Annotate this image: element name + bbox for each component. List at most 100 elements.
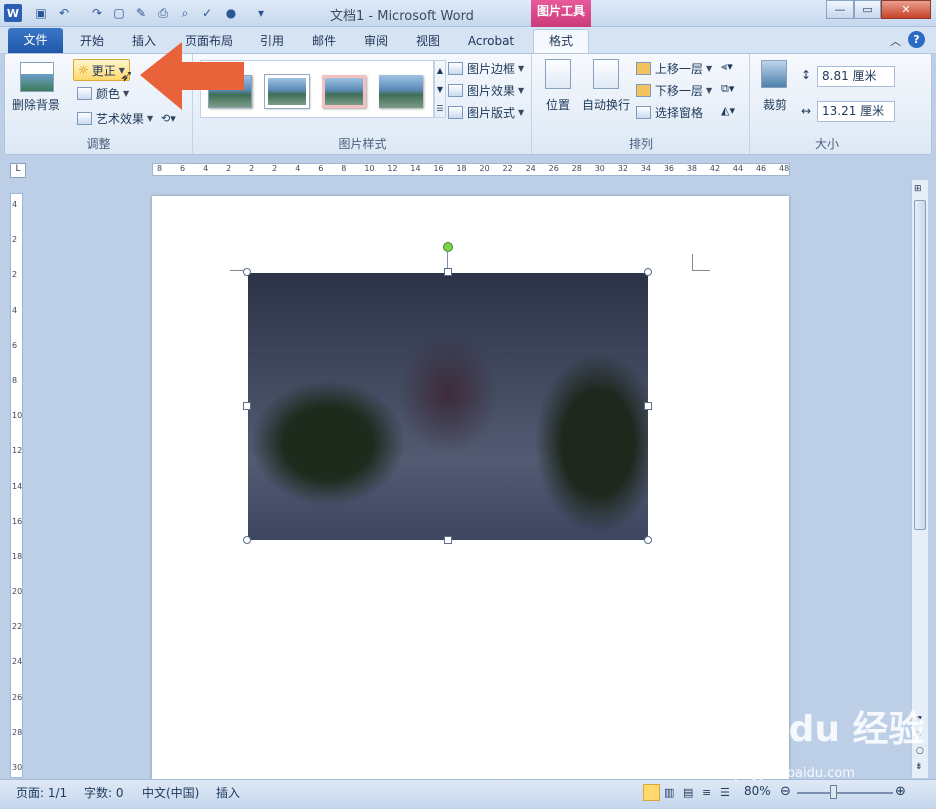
resize-handle-ne[interactable] xyxy=(644,268,652,276)
minimize-button[interactable]: — xyxy=(826,0,854,19)
wrap-text-icon[interactable] xyxy=(593,59,619,89)
scroll-thumb[interactable] xyxy=(914,200,926,530)
group-label-picture-styles: 图片样式 xyxy=(338,137,387,151)
resize-handle-n[interactable] xyxy=(444,268,452,276)
position-icon[interactable] xyxy=(545,59,571,89)
tab-format[interactable]: 格式 xyxy=(533,29,589,54)
height-field[interactable]: 8.81 厘米 xyxy=(817,66,895,87)
ruler-tick-label: 8 xyxy=(157,164,163,173)
picture-border-button[interactable]: 图片边框 ▼ xyxy=(448,60,524,77)
language[interactable]: 中文(中国) xyxy=(142,784,199,801)
ruler-tick-label: 24 xyxy=(525,164,536,173)
sun-icon: ☼ xyxy=(78,63,89,77)
resize-handle-w[interactable] xyxy=(243,402,251,410)
rotate-icon[interactable]: ◭▾ xyxy=(721,104,735,117)
zoom-out-icon[interactable]: ⊖ xyxy=(780,784,791,799)
tab-file[interactable]: 文件 xyxy=(8,28,63,53)
resize-handle-se[interactable] xyxy=(644,536,652,544)
ruler-toggle-icon[interactable]: ⊞ xyxy=(914,184,926,196)
selected-picture[interactable] xyxy=(248,273,648,540)
theme-icon[interactable]: ● xyxy=(222,4,240,22)
width-field[interactable]: 13.21 厘米 xyxy=(817,101,895,122)
align-icon[interactable]: ⫷▾ xyxy=(721,60,733,74)
undo-icon[interactable]: ↶ xyxy=(55,4,73,22)
word-logo-icon[interactable]: W xyxy=(4,4,22,22)
remove-background-button[interactable]: 删除背景 xyxy=(12,96,60,113)
resize-handle-sw[interactable] xyxy=(243,536,251,544)
remove-background-icon[interactable] xyxy=(20,62,54,92)
bring-forward-button[interactable]: 上移一层 ▼ xyxy=(636,60,712,77)
send-backward-button[interactable]: 下移一层 ▼ xyxy=(636,82,712,99)
gallery-scroll[interactable]: ▲ ▼ ☰ xyxy=(434,60,446,118)
chevron-down-icon: ▼ xyxy=(518,108,525,117)
crop-icon[interactable] xyxy=(761,60,787,88)
close-button[interactable]: ✕ xyxy=(881,0,931,19)
horizontal-ruler[interactable]: 8 6 4 2 2 2 4 6 8 10 12 14 16 18 20 22 24 26 28 30 32 34 36 38 4… xyxy=(152,163,790,176)
tab-references[interactable]: 引用 xyxy=(252,30,292,53)
group-picture-styles: ▲ ▼ ☰ 图片边框 ▼ 图片效果 ▼ 图片版式 ▼ 图片样式 xyxy=(194,54,532,154)
spelling-icon[interactable]: ✓ xyxy=(198,4,216,22)
tab-review[interactable]: 审阅 xyxy=(356,30,396,53)
ruler-tick-label: 4 xyxy=(295,164,301,173)
save-icon[interactable]: ▣ xyxy=(32,4,50,22)
selection-pane-button[interactable]: 选择窗格 xyxy=(636,104,703,121)
help-icon[interactable]: ? xyxy=(908,31,925,48)
ruler-tick-label: 18 xyxy=(12,551,23,561)
edit-icon[interactable]: ✎ xyxy=(132,4,150,22)
ruler-tick-label: 6 xyxy=(318,164,324,173)
zoom-slider[interactable] xyxy=(797,792,893,794)
customize-qat-icon[interactable]: ▾ xyxy=(252,4,270,22)
artistic-effects-button[interactable]: 艺术效果 ▼ xyxy=(77,110,153,127)
style-thumb-2[interactable] xyxy=(264,74,310,109)
color-button[interactable]: 颜色 ▼ xyxy=(77,85,129,102)
resize-handle-nw[interactable] xyxy=(243,268,251,276)
position-button[interactable]: 位置 xyxy=(546,96,570,113)
crop-button[interactable]: 裁剪 xyxy=(763,96,787,113)
insert-mode[interactable]: 插入 xyxy=(216,784,240,801)
tab-home[interactable]: 开始 xyxy=(72,30,112,53)
redo-icon[interactable]: ↷ xyxy=(88,4,106,22)
outline-icon[interactable]: ≡ xyxy=(702,786,711,799)
wrap-text-button[interactable]: 自动换行 xyxy=(582,96,630,113)
picture-tools-label: 图片工具 xyxy=(531,0,591,27)
word-count[interactable]: 字数: 0 xyxy=(84,784,124,801)
ruler-tick-label: 44 xyxy=(732,164,744,173)
style-thumb-3[interactable] xyxy=(322,75,366,108)
tab-mailings[interactable]: 邮件 xyxy=(304,30,344,53)
resize-handle-s[interactable] xyxy=(444,536,452,544)
tab-acrobat[interactable]: Acrobat xyxy=(460,30,522,53)
rotate-handle[interactable] xyxy=(443,242,453,252)
print-icon[interactable]: ⎙ xyxy=(154,4,172,22)
reset-picture-icon[interactable]: ⟲▾ xyxy=(161,112,183,126)
zoom-slider-thumb[interactable] xyxy=(830,785,837,799)
picture-effects-button[interactable]: 图片效果 ▼ xyxy=(448,82,524,99)
zoom-in-icon[interactable]: ⊕ xyxy=(895,784,906,799)
picture-layout-button[interactable]: 图片版式 ▼ xyxy=(448,104,524,121)
group-label-adjust: 调整 xyxy=(86,137,111,151)
next-page-icon[interactable]: ⇟ xyxy=(915,762,923,772)
vertical-scrollbar[interactable]: ⊞ ▼ ⇞ ○ ⇟ xyxy=(911,180,928,778)
ruler-tick-label: 20 xyxy=(12,587,23,597)
vertical-ruler[interactable]: 4 2 2 4 6 8 10 12 14 16 18 20 22 24 26 28 30 xyxy=(10,193,23,778)
bring-forward-icon xyxy=(636,62,651,75)
collapse-ribbon-icon[interactable]: ︿ xyxy=(890,33,901,49)
chevron-down-icon: ▼ xyxy=(518,64,525,73)
selection-pane-icon xyxy=(636,106,651,119)
new-doc-icon[interactable]: ▢ xyxy=(110,4,128,22)
page-count[interactable]: 页面: 1/1 xyxy=(16,784,67,801)
maximize-button[interactable]: ▭ xyxy=(854,0,881,19)
print-preview-icon[interactable]: ⌕ xyxy=(176,4,194,22)
web-layout-icon[interactable]: ▤ xyxy=(683,786,693,799)
chevron-down-icon: ▼ xyxy=(123,89,130,98)
ruler-tick-label: 26 xyxy=(548,164,559,173)
full-screen-reading-icon[interactable]: ▥ xyxy=(664,786,674,799)
tab-selector-button[interactable]: L xyxy=(10,163,26,178)
draft-icon[interactable]: ☰ xyxy=(720,786,730,799)
artistic-effects-icon xyxy=(77,112,92,125)
resize-handle-e[interactable] xyxy=(644,402,652,410)
style-thumb-4[interactable] xyxy=(379,75,423,108)
group-icon[interactable]: ⧉▾ xyxy=(721,82,734,96)
zoom-level[interactable]: 80% xyxy=(744,784,771,798)
tab-view[interactable]: 视图 xyxy=(408,30,448,53)
print-layout-icon[interactable] xyxy=(643,784,660,801)
